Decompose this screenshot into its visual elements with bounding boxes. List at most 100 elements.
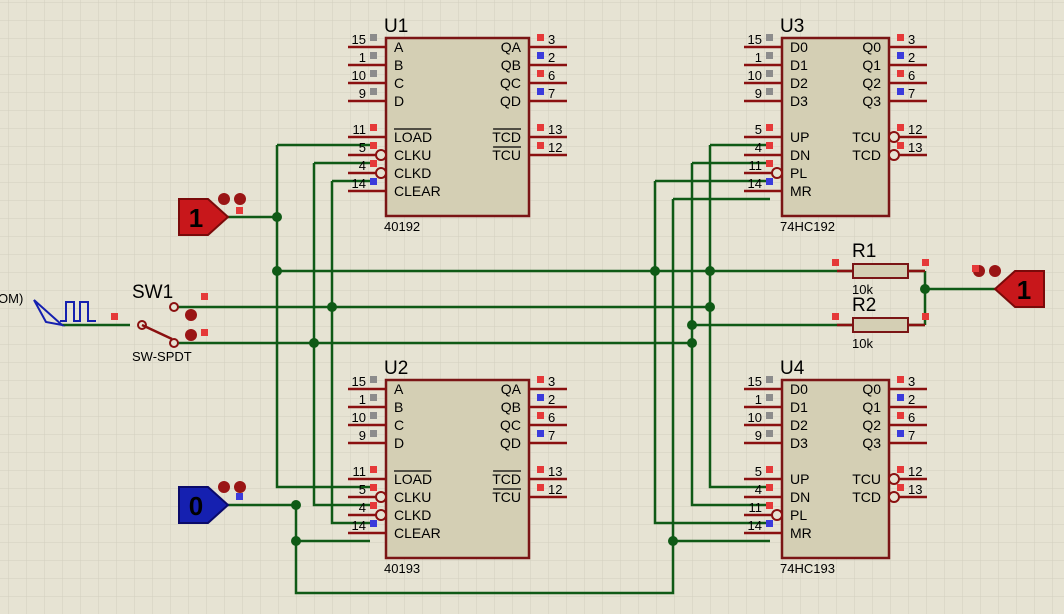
pin-state-indicator xyxy=(370,502,377,509)
pin-label: B xyxy=(394,399,403,415)
pin-number: 6 xyxy=(548,410,555,425)
pin-state-indicator xyxy=(236,493,243,500)
pin-number: 5 xyxy=(359,140,366,155)
pin-state-indicator xyxy=(922,313,929,320)
pin-number: 5 xyxy=(755,464,762,479)
pin-state-indicator xyxy=(537,70,544,77)
pin-number: 3 xyxy=(908,374,915,389)
pin-label: CLKD xyxy=(394,507,431,523)
logic-state-value: 0 xyxy=(189,491,203,521)
junction-dot xyxy=(705,302,715,312)
pin-state-indicator xyxy=(111,313,118,320)
pin-number: 12 xyxy=(548,482,562,497)
pin-state-indicator xyxy=(897,376,904,383)
clock-label: OM) xyxy=(0,291,23,306)
pin-number: 15 xyxy=(748,32,762,47)
pin-number: 6 xyxy=(908,68,915,83)
inverter-bubble xyxy=(375,509,387,521)
pin-label: D0 xyxy=(790,381,808,397)
pin-number: 7 xyxy=(548,428,555,443)
inverter-bubble xyxy=(888,491,900,503)
pin-state-indicator xyxy=(766,430,773,437)
pin-state-indicator xyxy=(766,520,773,527)
pin-label: TCD xyxy=(852,489,881,505)
pin-label: D3 xyxy=(790,93,808,109)
pin-state-indicator xyxy=(537,34,544,41)
pin-state-indicator xyxy=(897,430,904,437)
resistor-value: 10k xyxy=(852,336,873,351)
pin-number: 2 xyxy=(548,392,555,407)
pin-number: 12 xyxy=(908,464,922,479)
chip-type: 74HC192 xyxy=(780,219,835,234)
junction-dot xyxy=(920,284,930,294)
pin-label: LOAD xyxy=(394,471,432,487)
junction-dot xyxy=(705,266,715,276)
chip-type: 40192 xyxy=(384,219,420,234)
pin-state-indicator xyxy=(897,466,904,473)
pin-number: 4 xyxy=(755,482,762,497)
pin-number: 4 xyxy=(359,500,366,515)
junction-dot xyxy=(272,266,282,276)
inverter-bubble xyxy=(771,167,783,179)
pin-label: Q0 xyxy=(862,39,881,55)
logic-state-value: 1 xyxy=(1017,275,1031,305)
pin-number: 9 xyxy=(359,86,366,101)
pin-label: QC xyxy=(500,75,521,91)
pin-label: QB xyxy=(501,399,521,415)
pin-state-indicator xyxy=(766,34,773,41)
pin-label: UP xyxy=(790,129,809,145)
chip-type: 40193 xyxy=(384,561,420,576)
pin-label: Q3 xyxy=(862,435,881,451)
pin-number: 11 xyxy=(353,464,367,479)
pin-label: D1 xyxy=(790,399,808,415)
pin-label: CLKU xyxy=(394,147,431,163)
junction-dot xyxy=(668,536,678,546)
inverter-bubble xyxy=(771,509,783,521)
pin-label: Q2 xyxy=(862,75,881,91)
pin-label: TCU xyxy=(852,129,881,145)
pin-state-indicator xyxy=(370,88,377,95)
pin-label: QD xyxy=(500,435,521,451)
pin-label: PL xyxy=(790,165,807,181)
pin-state-indicator xyxy=(370,430,377,437)
pin-state-indicator xyxy=(537,88,544,95)
pin-label: QA xyxy=(501,381,522,397)
pin-number: 13 xyxy=(548,464,562,479)
pin-number: 11 xyxy=(749,158,763,173)
pin-state-indicator xyxy=(766,484,773,491)
inverter-bubble xyxy=(888,473,900,485)
probe-icon xyxy=(989,265,1001,277)
pin-number: 2 xyxy=(908,50,915,65)
pin-number: 10 xyxy=(748,68,762,83)
pin-number: 12 xyxy=(548,140,562,155)
junction-dot xyxy=(291,500,301,510)
pin-number: 14 xyxy=(748,518,762,533)
pin-state-indicator xyxy=(972,265,979,272)
resistor-body xyxy=(852,317,909,333)
junction-dot xyxy=(291,536,301,546)
pin-state-indicator xyxy=(766,412,773,419)
pin-number: 4 xyxy=(755,140,762,155)
pin-number: 2 xyxy=(548,50,555,65)
inverter-bubble xyxy=(375,149,387,161)
pin-number: 1 xyxy=(359,392,366,407)
junction-dot xyxy=(687,320,697,330)
pin-state-indicator xyxy=(897,484,904,491)
pin-label: A xyxy=(394,39,404,55)
pin-number: 4 xyxy=(359,158,366,173)
pin-state-indicator xyxy=(370,412,377,419)
pin-label: D2 xyxy=(790,417,808,433)
pin-number: 10 xyxy=(352,410,366,425)
pin-state-indicator xyxy=(766,124,773,131)
switch-terminal xyxy=(169,302,179,312)
pin-state-indicator xyxy=(201,329,208,336)
pin-number: 3 xyxy=(548,374,555,389)
pin-number: 15 xyxy=(748,374,762,389)
pin-label: CLEAR xyxy=(394,525,441,541)
pin-label: CLKD xyxy=(394,165,431,181)
pin-state-indicator xyxy=(537,394,544,401)
pin-state-indicator xyxy=(897,34,904,41)
pin-state-indicator xyxy=(897,70,904,77)
pin-state-indicator xyxy=(537,430,544,437)
pin-number: 9 xyxy=(755,86,762,101)
